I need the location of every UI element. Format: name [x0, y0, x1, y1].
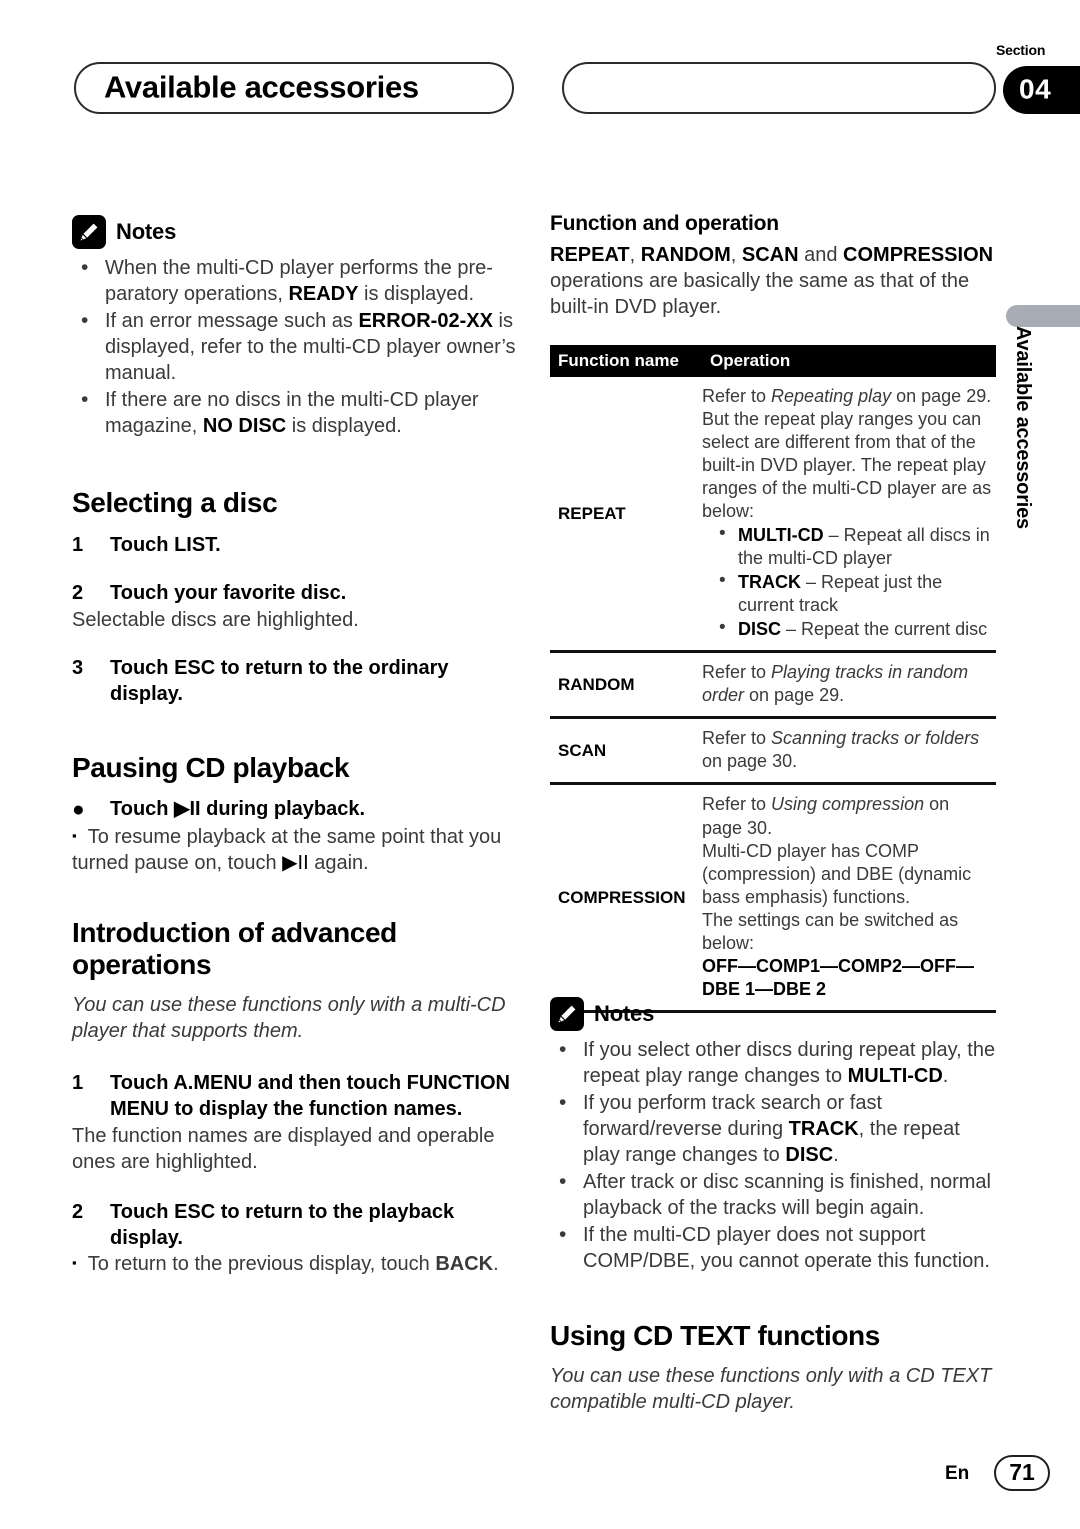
advanced-step-2: 2 Touch ESC to return to the playback di…: [72, 1199, 527, 1252]
list-item: TRACK – Repeat just the current track: [702, 569, 992, 617]
selecting-a-disc-section: Selecting a disc 1 Touch LIST. 2 Touch y…: [72, 487, 527, 707]
using-cd-text-section: Using CD TEXT functions You can use thes…: [550, 1320, 1000, 1415]
left-notes-list: When the multi-CD player performs the pr…: [72, 254, 527, 439]
section-number: 04: [1019, 73, 1052, 105]
pencil-icon: [72, 215, 106, 249]
key-back: BACK: [435, 1253, 494, 1276]
advanced-intro: You can use these functions only with a …: [72, 993, 506, 1042]
left-notes-block: Notes When the multi-CD player performs …: [72, 215, 527, 440]
using-cd-text-intro: You can use these functions only with a …: [550, 1364, 992, 1413]
step-2-subnote: Selectable discs are highlighted.: [72, 608, 359, 631]
cell-operation: Refer to Using compression on page 30. Mu…: [702, 794, 975, 999]
step-number: 1: [72, 1071, 84, 1094]
table-row: RANDOM Refer to Playing tracks in random…: [550, 653, 996, 720]
play-pause-icon: ▶II: [282, 851, 309, 874]
table-row: COMPRESSION Refer to Using compression o…: [550, 785, 996, 1013]
pause-bullet-text: Touch ▶II during playback.: [110, 797, 366, 820]
square-bullet-icon: ▪: [72, 827, 77, 843]
operation-bullets: MULTI-CD – Repeat all discs in the multi…: [702, 522, 992, 641]
table-row: REPEAT Refer to Repeating play on page 2…: [550, 377, 996, 654]
list-item: DISC – Repeat the current disc: [702, 616, 992, 641]
footer-language: En: [945, 1463, 970, 1484]
cell-operation: Refer to Scanning tracks or folders on p…: [702, 728, 980, 772]
side-tab-label: Available accessories: [1012, 326, 1034, 529]
cell-operation: Refer to Playing tracks in random order …: [702, 662, 969, 706]
advanced-step-1-subnote: The function names are displayed and ope…: [72, 1124, 495, 1173]
step-1: 1 Touch LIST.: [72, 532, 527, 558]
cell-function-name: RANDOM: [558, 674, 635, 694]
advanced-back-note: ▪ To return to the previous display, tou…: [72, 1253, 499, 1276]
column-header-function-name: Function name: [558, 351, 679, 370]
notes-title: Notes: [116, 219, 177, 244]
square-bullet-icon: ▪: [72, 1255, 77, 1271]
cell-function-name: REPEAT: [558, 503, 626, 523]
step-text: Touch A.MENU and then touch FUNCTION MEN…: [110, 1071, 510, 1121]
page-number: 71: [1009, 1458, 1035, 1485]
list-item: MULTI-CD – Repeat all discs in the multi…: [702, 522, 992, 570]
step-number: 1: [72, 533, 84, 556]
header-empty-pill: [562, 62, 996, 114]
pause-bullet-step: ● Touch ▶II during playback.: [72, 796, 527, 824]
function-and-operation-block: Function and operation REPEAT, RANDOM, S…: [550, 212, 998, 320]
step-number: 2: [72, 1200, 84, 1223]
step-number: 2: [72, 582, 84, 605]
pausing-cd-playback-section: Pausing CD playback ● Touch ▶II during p…: [72, 752, 527, 876]
pencil-icon: [550, 997, 584, 1031]
section-number-badge: 04: [1003, 66, 1080, 114]
advanced-step-1: 1 Touch A.MENU and then touch FUNCTION M…: [72, 1070, 527, 1123]
section-label: Section: [996, 42, 1046, 58]
step-text: Touch your favorite disc.: [110, 582, 347, 605]
column-header-operation: Operation: [710, 351, 791, 370]
filled-circle-bullet-icon: ●: [72, 797, 85, 821]
cell-function-name: COMPRESSION: [558, 887, 686, 907]
list-item: If an error message such as ERROR-02-XX …: [72, 307, 527, 386]
table-header-row: Function name Operation: [550, 345, 996, 377]
list-item: If there are no discs in the multi-CD pl…: [72, 386, 527, 439]
step-3: 3 Touch ESC to return to the ordinary di…: [72, 655, 527, 708]
notes-header: Notes: [72, 215, 527, 249]
side-tab-bar: [1006, 305, 1080, 327]
right-notes-list: If you select other discs during repeat …: [550, 1036, 1000, 1274]
subheading-function-and-operation: Function and operation: [550, 212, 779, 235]
list-item: After track or disc scanning is finished…: [550, 1168, 1000, 1221]
step-2: 2 Touch your favorite disc.: [72, 580, 527, 606]
cell-function-name: SCAN: [558, 740, 607, 760]
page-number-badge: 71: [994, 1455, 1050, 1491]
section-heading-advanced-operations: Introduction of advanced operations: [72, 917, 397, 980]
cell-operation: Refer to Repeating play on page 29. But …: [702, 377, 996, 650]
page-header: Available accessories: [0, 62, 1080, 118]
list-item: If the multi-CD player does not support …: [550, 1221, 1000, 1274]
right-notes-block: Notes If you select other discs during r…: [550, 997, 1000, 1275]
list-item: If you perform track search or fast forw…: [550, 1089, 1000, 1168]
advanced-operations-section: Introduction of advanced operations You …: [72, 917, 527, 1277]
list-item: When the multi-CD player performs the pr…: [72, 254, 527, 307]
step-text: Touch ESC to return to the ordinary disp…: [110, 656, 449, 706]
notes-header: Notes: [550, 997, 1000, 1031]
pause-subnote: ▪ To resume playback at the same point t…: [72, 825, 502, 874]
function-operation-table: Function name Operation REPEAT Refer to …: [550, 345, 996, 1013]
function-and-operation-intro: REPEAT, RANDOM, SCAN and COMPRESSION ope…: [550, 244, 994, 318]
section-heading-pausing-cd-playback: Pausing CD playback: [72, 752, 350, 783]
notes-title: Notes: [594, 1001, 655, 1026]
section-heading-selecting-a-disc: Selecting a disc: [72, 487, 278, 518]
section-heading-using-cd-text: Using CD TEXT functions: [550, 1320, 880, 1351]
play-pause-icon: ▶II: [174, 797, 201, 820]
table-row: SCAN Refer to Scanning tracks or folders…: [550, 719, 996, 786]
step-number: 3: [72, 656, 84, 679]
step-text: Touch ESC to return to the playback disp…: [110, 1200, 455, 1249]
list-item: If you select other discs during repeat …: [550, 1036, 1000, 1089]
step-text: Touch LIST.: [110, 533, 221, 556]
page-title: Available accessories: [104, 69, 419, 105]
chapter-title-pill: Available accessories: [74, 62, 514, 114]
